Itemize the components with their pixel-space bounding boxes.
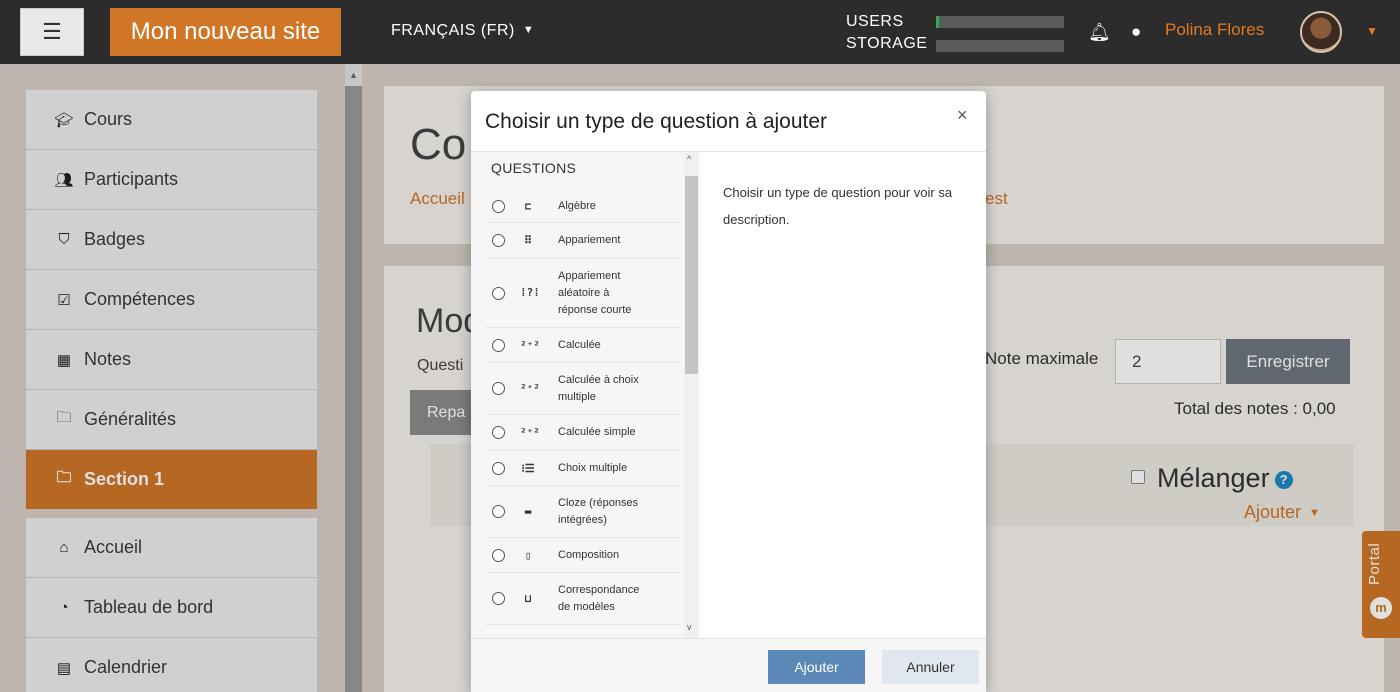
question-type-dialog: Choisir un type de question à ajouter × … [471, 91, 986, 692]
menu-toggle-button[interactable]: ☰ [20, 8, 84, 56]
users-label: USERS [846, 13, 904, 30]
question-option-algebre[interactable]: ⊏ Algèbre [485, 190, 680, 223]
language-label: FRANÇAIS (FR) [391, 22, 515, 39]
user-name[interactable]: Polina Flores [1165, 20, 1264, 40]
question-option-composition[interactable]: ▯ Composition [485, 538, 680, 573]
add-button[interactable]: Ajouter [768, 650, 865, 684]
radio-button[interactable] [492, 382, 505, 395]
question-option-label: Composition [558, 548, 620, 561]
questions-section-header: QUESTIONS [491, 160, 577, 176]
random-matching-icon: ⁞?⁞ [520, 286, 540, 299]
radio-button[interactable] [492, 234, 505, 247]
essay-icon: ▯ [524, 548, 532, 562]
question-option-label: Correspondance de modèles [558, 583, 640, 613]
cancel-button[interactable]: Annuler [882, 650, 979, 684]
question-option-calculee[interactable]: ²⁺² Calculée [485, 328, 680, 363]
radio-button[interactable] [492, 338, 505, 352]
question-type-list: QUESTIONS ⊏ Algèbre ⠿ Appariement ⁞?⁞ Ap… [471, 152, 699, 638]
question-option-label: Calculée [558, 338, 601, 351]
caret-down-icon: ▼ [522, 24, 535, 36]
calculated-simple-icon: ²⁺² [520, 426, 540, 439]
dialog-title: Choisir un type de question à ajouter [485, 110, 828, 133]
usage-labels: USERS STORAGE [846, 11, 927, 55]
close-icon[interactable]: × [957, 105, 968, 126]
chevron-up-icon[interactable]: ^ [687, 154, 691, 164]
hamburger-icon: ☰ [42, 19, 62, 44]
radio-button[interactable] [492, 286, 505, 300]
top-navbar: ☰ Mon nouveau site FRANÇAIS (FR) ▼ USERS … [0, 0, 1400, 64]
storage-usage-bar [936, 40, 1064, 52]
question-option-label: Appariement aléatoire à réponse courte [558, 269, 632, 316]
users-usage-fill [936, 16, 939, 28]
chevron-down-icon[interactable]: v [687, 622, 692, 632]
question-option-label: Calculée simple [558, 426, 636, 438]
matching-icon: ⠿ [523, 234, 533, 247]
question-option-calculee-choix-multiple[interactable]: ²⁺² Calculée à choix multiple [485, 363, 680, 415]
question-option-appariement-aleatoire[interactable]: ⁞?⁞ Appariement aléatoire à réponse cour… [485, 259, 680, 328]
question-option-choix-multiple[interactable]: ⁝☰ Choix multiple [485, 451, 680, 486]
pattern-match-icon: ⊔ [524, 592, 532, 605]
question-options: ⊏ Algèbre ⠿ Appariement ⁞?⁞ Appariement … [485, 190, 680, 625]
dialog-footer: Ajouter Annuler [471, 638, 986, 692]
bell-icon[interactable]: 🔔︎ [1088, 22, 1111, 43]
question-option-label: Appariement [558, 234, 621, 246]
storage-label: STORAGE [846, 35, 928, 52]
cloze-icon: ▬ [524, 505, 532, 518]
question-option-label: Cloze (réponses intégrées) [558, 496, 639, 526]
radio-button[interactable] [492, 505, 505, 518]
calculated-multichoice-icon: ²⁺² [520, 382, 540, 395]
question-description: Choisir un type de question pour voir sa… [723, 185, 953, 227]
radio-button[interactable] [492, 592, 505, 605]
question-option-cloze[interactable]: ▬ Cloze (réponses intégrées) [485, 486, 680, 538]
avatar[interactable] [1300, 11, 1342, 53]
question-option-appariement[interactable]: ⠿ Appariement [485, 223, 680, 259]
algebra-icon: ⊏ [524, 199, 532, 213]
question-option-correspondance-modeles[interactable]: ⊔ Correspondance de modèles [485, 573, 680, 625]
caret-down-icon[interactable]: ▼ [1366, 24, 1378, 38]
site-name-link[interactable]: Mon nouveau site [110, 8, 341, 56]
multichoice-icon: ⁝☰ [521, 461, 535, 475]
question-option-label: Choix multiple [558, 461, 628, 474]
chat-icon[interactable]: ● [1131, 22, 1141, 42]
radio-button[interactable] [492, 461, 505, 475]
radio-button[interactable] [492, 199, 505, 213]
radio-button[interactable] [492, 548, 505, 562]
question-option-calculee-simple[interactable]: ²⁺² Calculée simple [485, 415, 680, 451]
radio-button[interactable] [492, 426, 505, 439]
users-usage-bar [936, 16, 1064, 28]
scrollbar-thumb[interactable] [685, 176, 698, 374]
question-option-label: Algèbre [558, 199, 596, 212]
question-list-scrollbar[interactable]: ^ v [684, 152, 699, 638]
question-option-label: Calculée à choix multiple [558, 373, 639, 403]
calculated-icon: ²⁺² [520, 338, 540, 352]
language-menu[interactable]: FRANÇAIS (FR) ▼ [391, 22, 534, 40]
